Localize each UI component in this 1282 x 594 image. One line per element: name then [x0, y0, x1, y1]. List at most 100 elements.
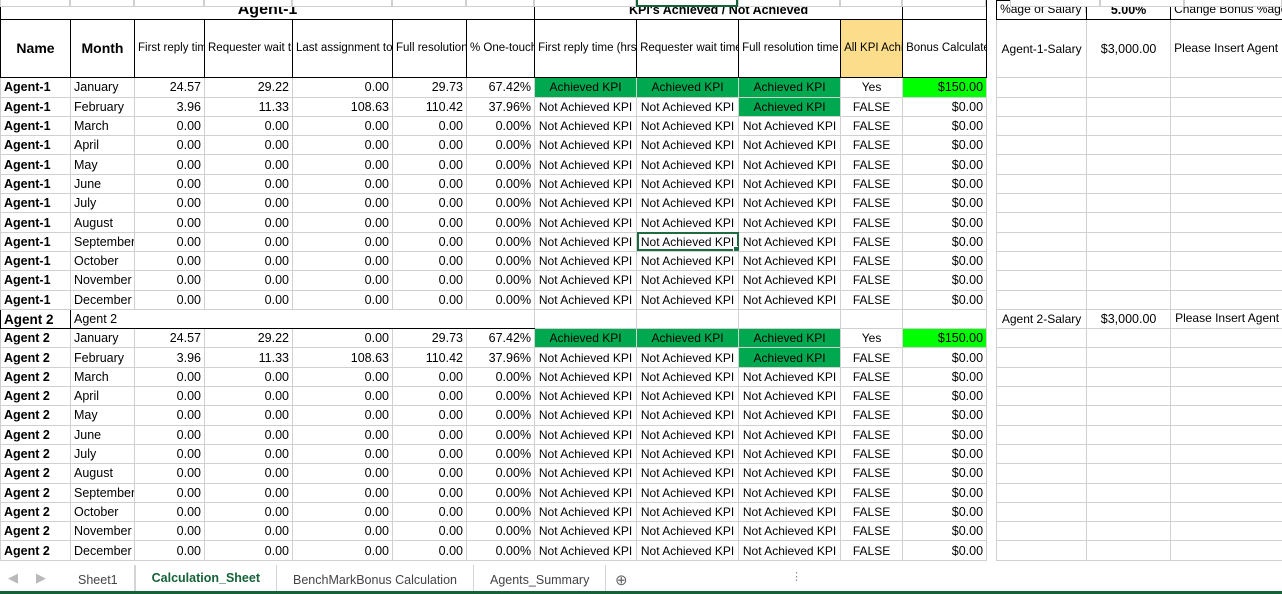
table-row[interactable]: Agent-1 July 0.00 0.00 0.00 0.00 0.00% Not Achi… — [0, 193, 1282, 214]
cell-name[interactable]: Agent 2 — [0, 366, 71, 388]
cell-kpi-full-resolution[interactable]: Not Achieved KPI — [738, 405, 842, 426]
cell-side-c[interactable] — [1170, 540, 1282, 561]
cell-kpi-requester-wait[interactable]: Not Achieved KPI — [636, 96, 740, 117]
cell-first-reply[interactable]: 0.00 — [134, 463, 205, 484]
cell-side-c[interactable] — [1170, 250, 1282, 272]
sheet-tab-bar[interactable]: ◀ ▶ Sheet1 Calculation_Sheet BenchMarkBonu… — [0, 564, 1282, 594]
cell-first-reply[interactable]: 3.96 — [134, 347, 205, 368]
cell-requester-wait[interactable]: 0.00 — [204, 424, 293, 445]
cell-requester-wait[interactable]: 0.00 — [204, 173, 293, 195]
cell-last-assignment[interactable]: 0.00 — [292, 231, 393, 252]
cell-side-a[interactable] — [996, 96, 1088, 117]
cell-side-b[interactable] — [1086, 77, 1172, 98]
cell-kpi-requester-wait[interactable]: Not Achieved KPI — [636, 405, 740, 426]
cell-name[interactable]: Agent-1 — [0, 250, 71, 272]
cell-kpi-first-reply[interactable]: Not Achieved KPI — [534, 540, 638, 561]
cell-side-c[interactable] — [1170, 115, 1282, 137]
cell-side-c[interactable] — [1170, 482, 1282, 503]
cell-side-a[interactable] — [996, 77, 1088, 98]
sheet-tabs[interactable]: Sheet1 Calculation_Sheet BenchMarkBonus Ca… — [62, 565, 636, 594]
cell-first-reply[interactable]: 0.00 — [134, 386, 205, 407]
cell-month[interactable]: September — [70, 231, 135, 252]
cell-all-kpi[interactable]: FALSE — [840, 96, 904, 117]
cell-side-a[interactable] — [996, 154, 1088, 175]
cell-first-reply[interactable]: 0.00 — [134, 135, 205, 156]
cell-kpi-full-resolution[interactable]: Not Achieved KPI — [738, 482, 842, 503]
cell-side-a[interactable] — [996, 173, 1088, 195]
cell-name[interactable]: Agent-1 — [0, 231, 71, 252]
cell-side-c[interactable] — [1170, 96, 1282, 117]
cell-kpi-first-reply[interactable]: Not Achieved KPI — [534, 347, 638, 368]
cell-last-assignment[interactable]: 0.00 — [292, 135, 393, 156]
cell-full-resolution[interactable]: 0.00 — [392, 386, 467, 407]
cell-kpi-first-reply[interactable]: Not Achieved KPI — [534, 154, 638, 175]
cell-all-kpi[interactable]: FALSE — [840, 231, 904, 252]
cell-full-resolution[interactable]: 0.00 — [392, 173, 467, 195]
cell-kpi-requester-wait[interactable]: Not Achieved KPI — [636, 443, 740, 465]
cell-kpi-first-reply[interactable]: Not Achieved KPI — [534, 521, 638, 542]
plus-circle-icon[interactable]: ⊕ — [606, 565, 636, 594]
cell-side-b[interactable] — [1086, 115, 1172, 137]
cell-requester-wait[interactable]: 0.00 — [204, 212, 293, 233]
cell-first-reply[interactable]: 0.00 — [134, 212, 205, 233]
cell-side-c[interactable] — [1170, 289, 1282, 310]
cell-side-b[interactable] — [1086, 366, 1172, 388]
cell-first-reply[interactable]: 0.00 — [134, 154, 205, 175]
cell-month[interactable]: August — [70, 463, 135, 484]
cell-kpi-requester-wait[interactable]: Not Achieved KPI — [636, 482, 740, 503]
cell-last-assignment[interactable]: 0.00 — [292, 212, 393, 233]
cell-one-touch[interactable]: 0.00% — [465, 193, 536, 214]
cell-first-reply[interactable]: 0.00 — [134, 482, 205, 503]
cell-last-assignment[interactable]: 0.00 — [292, 328, 393, 349]
cell-kpi-full-resolution[interactable]: Achieved KPI — [738, 77, 842, 98]
cell-kpi-first-reply[interactable]: Not Achieved KPI — [534, 96, 638, 117]
cell-name[interactable]: Agent 2 — [0, 521, 71, 542]
table-row[interactable]: Agent 2 June 0.00 0.00 0.00 0.00 0.00% Not Achi… — [0, 424, 1282, 445]
cell-one-touch[interactable]: 0.00% — [465, 135, 536, 156]
cell-first-reply[interactable]: 0.00 — [134, 521, 205, 542]
cell-requester-wait[interactable]: 0.00 — [204, 501, 293, 523]
cell-last-assignment[interactable]: 0.00 — [292, 250, 393, 272]
cell-side-c[interactable] — [1170, 135, 1282, 156]
cell-first-reply[interactable]: 3.96 — [134, 96, 205, 117]
table-row[interactable]: Agent 2 September 0.00 0.00 0.00 0.00 0.00% Not… — [0, 482, 1282, 503]
cell-full-resolution[interactable]: 0.00 — [392, 424, 467, 445]
cell-one-touch[interactable]: 0.00% — [465, 405, 536, 426]
cell-one-touch[interactable]: 37.96% — [465, 347, 536, 368]
cell-last-assignment[interactable]: 0.00 — [292, 482, 393, 503]
sheet-tab-0[interactable]: Sheet1 — [62, 565, 135, 594]
cell-kpi-requester-wait[interactable]: Not Achieved KPI — [636, 135, 740, 156]
cell-side-a[interactable] — [996, 231, 1088, 252]
cell-side-b[interactable] — [1086, 231, 1172, 252]
cell-kpi-requester-wait[interactable]: Achieved KPI — [636, 77, 740, 98]
cell-last-assignment[interactable]: 0.00 — [292, 424, 393, 445]
cell-month[interactable]: July — [70, 193, 135, 214]
cell-kpi-full-resolution[interactable]: Not Achieved KPI — [738, 231, 842, 252]
cell-kpi-requester-wait[interactable]: Not Achieved KPI — [636, 212, 740, 233]
cell-bonus[interactable]: $0.00 — [902, 347, 988, 368]
cell-all-kpi[interactable]: FALSE — [840, 193, 904, 214]
cell-name[interactable]: Agent-1 — [0, 173, 71, 195]
cell-side-c[interactable] — [1170, 212, 1282, 233]
cell-kpi-full-resolution[interactable]: Not Achieved KPI — [738, 115, 842, 137]
cell-bonus[interactable]: $150.00 — [902, 328, 988, 349]
cell-side-a[interactable] — [996, 521, 1088, 542]
cell-bonus[interactable]: $0.00 — [902, 521, 988, 542]
cell-full-resolution[interactable]: 0.00 — [392, 115, 467, 137]
cell-name[interactable]: Agent-1 — [0, 96, 71, 117]
cell-name[interactable]: Agent 2 — [0, 482, 71, 503]
cell-full-resolution[interactable]: 0.00 — [392, 521, 467, 542]
cell-kpi-first-reply[interactable]: Not Achieved KPI — [534, 212, 638, 233]
cell-all-kpi[interactable]: FALSE — [840, 212, 904, 233]
table-row[interactable]: Agent 2 March 0.00 0.00 0.00 0.00 0.00% Not Ach… — [0, 366, 1282, 388]
cell-requester-wait[interactable]: 11.33 — [204, 347, 293, 368]
cell-one-touch[interactable]: 0.00% — [465, 424, 536, 445]
table-row[interactable]: Agent-1 May 0.00 0.00 0.00 0.00 0.00% Not Achie… — [0, 154, 1282, 175]
cell-kpi-first-reply[interactable]: Not Achieved KPI — [534, 424, 638, 445]
cell-month[interactable]: March — [70, 115, 135, 137]
cell-one-touch[interactable]: 0.00% — [465, 482, 536, 503]
cell-kpi-first-reply[interactable]: Not Achieved KPI — [534, 193, 638, 214]
cell-full-resolution[interactable]: 0.00 — [392, 405, 467, 426]
table-row[interactable]: Agent-1 January 24.57 29.22 0.00 29.73 67.42% A… — [0, 77, 1282, 98]
cell-requester-wait[interactable]: 0.00 — [204, 154, 293, 175]
